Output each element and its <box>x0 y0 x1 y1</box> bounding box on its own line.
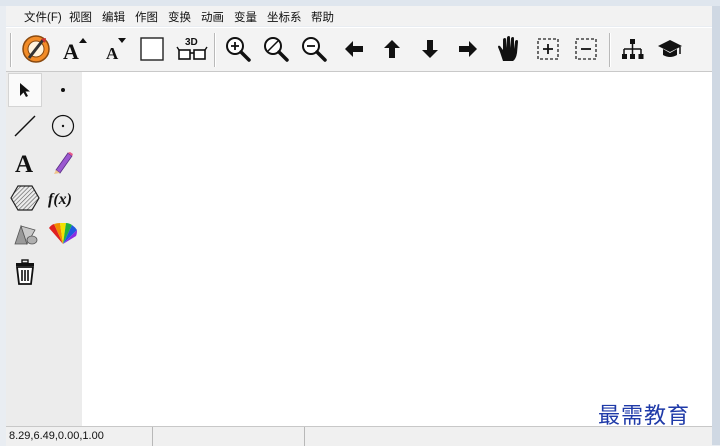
menu-bar: 文件(F) 视图 编辑 作图 变换 动画 变量 坐标系 帮助 <box>6 6 712 26</box>
pencil-icon <box>54 152 73 174</box>
app-window: 文件(F) 视图 编辑 作图 变换 动画 变量 坐标系 帮助 A A 3D A … <box>0 0 720 446</box>
drawing-canvas[interactable] <box>82 72 712 426</box>
rectangle-icon <box>140 37 164 61</box>
menu-help[interactable]: 帮助 <box>311 9 334 25</box>
font-smaller-label: A <box>106 44 119 63</box>
expand-icon <box>537 38 559 60</box>
text-tool-label: A <box>15 151 33 176</box>
3d-button[interactable]: 3D <box>176 33 208 65</box>
select-tool[interactable] <box>8 73 42 107</box>
function-icon: f(x) <box>48 191 72 208</box>
watermark-text: 最需教育 <box>598 404 691 429</box>
point-tool[interactable] <box>46 73 80 107</box>
circle-icon <box>51 114 75 138</box>
logo-icon <box>22 35 50 63</box>
zoom-fit-icon <box>264 37 289 62</box>
pencil-tool[interactable] <box>46 145 80 179</box>
status-cell-coordinates: 8.29,6.49,0.00,1.00 <box>6 427 153 446</box>
solid-3d-tool[interactable] <box>8 217 42 251</box>
font-larger-button[interactable]: A <box>58 33 90 65</box>
zoom-fit-button[interactable] <box>260 33 292 65</box>
coordinates-readout: 8.29,6.49,0.00,1.00 <box>9 430 104 442</box>
window-right-edge <box>712 6 720 445</box>
segment-icon <box>14 115 36 137</box>
collapse-icon <box>575 38 597 60</box>
graduation-cap-icon <box>658 40 682 57</box>
arrow-up-icon <box>384 40 400 58</box>
point-icon <box>61 88 65 92</box>
expand-button[interactable] <box>532 33 564 65</box>
menu-file[interactable]: 文件(F) <box>24 9 62 25</box>
menu-transform[interactable]: 变换 <box>168 9 191 25</box>
zoom-in-icon <box>226 37 251 62</box>
menu-view[interactable]: 视图 <box>69 9 92 25</box>
logo-button[interactable] <box>20 33 52 65</box>
segment-tool[interactable] <box>8 109 42 143</box>
hand-pan-icon <box>498 36 518 61</box>
font-larger-icon: A <box>63 38 87 63</box>
font-smaller-button[interactable]: A <box>98 33 130 65</box>
toolbar-separator <box>214 33 216 67</box>
toolbar: A A 3D <box>6 27 712 72</box>
3d-glasses-icon: 3D <box>176 37 208 60</box>
arrow-left-icon <box>345 41 363 57</box>
menu-coordinate[interactable]: 坐标系 <box>267 9 302 25</box>
menu-edit[interactable]: 编辑 <box>102 9 125 25</box>
text-icon: A <box>15 151 33 176</box>
3d-label: 3D <box>185 37 198 48</box>
3d-solid-icon <box>14 224 38 245</box>
status-cell-empty <box>154 427 305 446</box>
circle-tool[interactable] <box>46 109 80 143</box>
font-larger-label: A <box>63 39 79 63</box>
function-tool[interactable]: f(x) <box>46 181 80 215</box>
zoom-out-button[interactable] <box>298 33 330 65</box>
hierarchy-button[interactable] <box>616 33 648 65</box>
color-tool[interactable] <box>46 217 80 251</box>
arrow-right-icon <box>459 41 477 57</box>
arrow-down-icon <box>422 40 438 58</box>
zoom-in-button[interactable] <box>222 33 254 65</box>
text-tool[interactable]: A <box>8 145 42 179</box>
function-tool-label: f(x) <box>48 191 72 208</box>
trash-icon <box>15 259 35 285</box>
toolbar-separator <box>609 33 611 67</box>
tool-palette: A f(x) <box>6 72 82 426</box>
delete-tool[interactable] <box>8 255 42 289</box>
collapse-button[interactable] <box>570 33 602 65</box>
hexagon-icon <box>10 185 40 211</box>
hierarchy-icon <box>622 39 644 59</box>
pan-right-button[interactable] <box>452 33 484 65</box>
arrow-pointer-icon <box>20 83 30 97</box>
graduation-cap-button[interactable] <box>654 33 686 65</box>
toolbar-separator <box>10 33 12 67</box>
rectangle-button[interactable] <box>136 33 168 65</box>
menu-construct[interactable]: 作图 <box>135 9 158 25</box>
polygon-tool[interactable] <box>8 181 42 215</box>
hand-pan-button[interactable] <box>492 33 524 65</box>
pan-left-button[interactable] <box>338 33 370 65</box>
color-fan-icon <box>49 223 77 244</box>
menu-variable[interactable]: 变量 <box>234 9 257 25</box>
menu-animate[interactable]: 动画 <box>201 9 224 25</box>
font-smaller-icon: A <box>106 38 126 63</box>
pan-down-button[interactable] <box>414 33 446 65</box>
pan-up-button[interactable] <box>376 33 408 65</box>
zoom-out-icon <box>302 37 327 62</box>
